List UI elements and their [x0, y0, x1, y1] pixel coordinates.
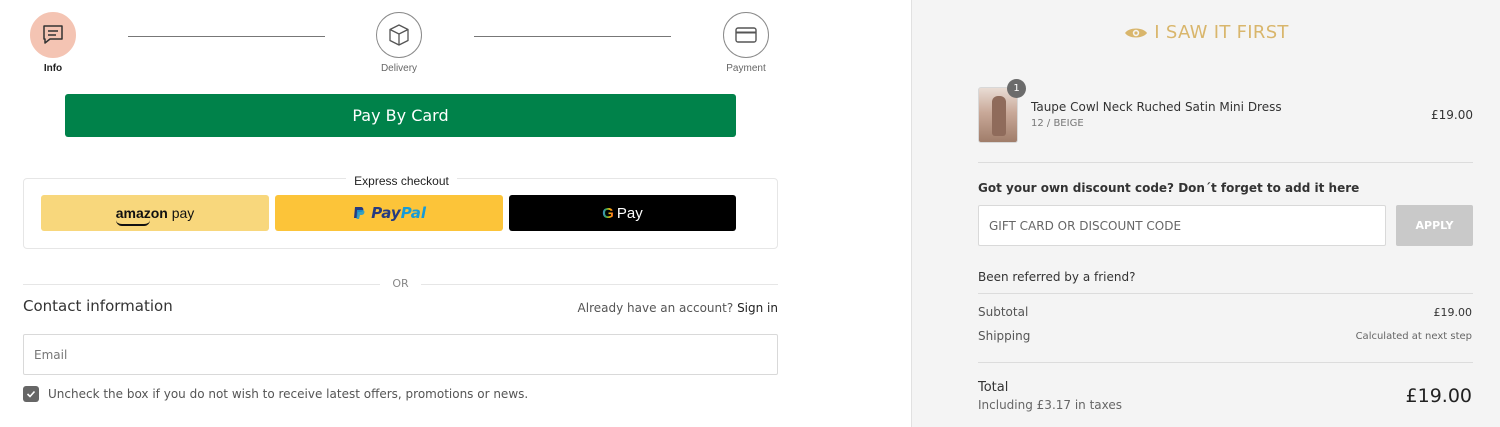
cart-item: 1 Taupe Cowl Neck Ruched Satin Mini Dres… [978, 79, 1473, 143]
quantity-badge: 1 [1007, 79, 1026, 98]
shipping-label: Shipping [978, 329, 1031, 343]
product-name: Taupe Cowl Neck Ruched Satin Mini Dress [1031, 100, 1282, 114]
box-icon [376, 12, 422, 58]
total-label: Total [978, 380, 1009, 395]
order-summary: I SAW IT FIRST 1 Taupe Cowl Neck Ruched … [911, 0, 1500, 427]
or-label: OR [392, 277, 409, 290]
subtotal-value: £19.00 [1433, 306, 1473, 319]
email-field[interactable] [23, 334, 778, 375]
step-payment[interactable]: Payment [701, 12, 791, 74]
chat-icon [30, 12, 76, 58]
divider [978, 362, 1473, 363]
discount-title: Got your own discount code? Don´t forget… [978, 181, 1360, 195]
product-price: £19.00 [1431, 108, 1473, 122]
paypal-logo: PayPal [352, 204, 426, 222]
shipping-value: Calculated at next step [1355, 331, 1472, 342]
account-prompt-text: Already have an account? [577, 301, 734, 315]
express-checkout-label: Express checkout [346, 174, 457, 188]
express-checkout-title: Express checkout [24, 170, 779, 189]
step-label: Delivery [380, 63, 418, 74]
apply-discount-button[interactable]: APPLY [1396, 205, 1473, 246]
discount-code-input[interactable] [978, 205, 1386, 246]
google-g-icon: G [602, 204, 614, 222]
or-divider: OR [23, 276, 778, 292]
step-connector [474, 36, 671, 37]
amazon-pay-logo: amazon pay [115, 205, 195, 226]
subtotal-label: Subtotal [978, 305, 1029, 319]
account-prompt: Already have an account? Sign in [578, 301, 778, 315]
paypal-logo-b: Pal [400, 204, 427, 222]
product-image [992, 96, 1006, 136]
express-checkout: Express checkout amazon pay PayPal G Pay [23, 174, 778, 249]
divider [978, 162, 1473, 163]
contact-info-title: Contact information [23, 297, 173, 315]
checkout-main: Info Delivery Payment Pay By Card Expres… [0, 0, 911, 427]
checkmark-icon [26, 390, 36, 398]
referral-link[interactable]: Been referred by a friend? [978, 270, 1135, 284]
step-info[interactable]: Info [8, 12, 98, 74]
sign-in-link[interactable]: Sign in [737, 301, 778, 315]
step-delivery[interactable]: Delivery [354, 12, 444, 74]
brand-logo[interactable]: I SAW IT FIRST [912, 22, 1500, 43]
product-variant: 12 / BEIGE [1031, 118, 1084, 129]
step-label: Payment [726, 63, 766, 74]
amazon-pay-logo-b: pay [167, 205, 195, 221]
step-label: Info [43, 63, 63, 74]
pay-by-card-button[interactable]: Pay By Card [65, 94, 736, 137]
marketing-checkbox[interactable] [23, 386, 39, 402]
checkout-steps: Info Delivery Payment [0, 0, 800, 90]
divider [978, 293, 1473, 294]
paypal-p-icon [353, 207, 365, 219]
marketing-optin: Uncheck the box if you do not wish to re… [23, 386, 528, 402]
tax-note: Including £3.17 in taxes [978, 398, 1123, 412]
paypal-logo-a: Pay [371, 204, 401, 222]
step-connector [128, 36, 325, 37]
brand-name: I SAW IT FIRST [1154, 22, 1289, 43]
google-pay-text: Pay [616, 204, 643, 222]
amazon-pay-button[interactable]: amazon pay [41, 195, 269, 231]
card-icon [723, 12, 769, 58]
marketing-optin-label: Uncheck the box if you do not wish to re… [48, 387, 529, 401]
paypal-button[interactable]: PayPal [275, 195, 503, 231]
amazon-pay-logo-a: amazon [115, 205, 168, 221]
google-pay-logo: G Pay [602, 205, 643, 222]
amazon-smile-icon [115, 220, 150, 226]
total-value: £19.00 [1405, 385, 1472, 407]
google-pay-button[interactable]: G Pay [509, 195, 736, 231]
eye-icon [1125, 28, 1148, 37]
